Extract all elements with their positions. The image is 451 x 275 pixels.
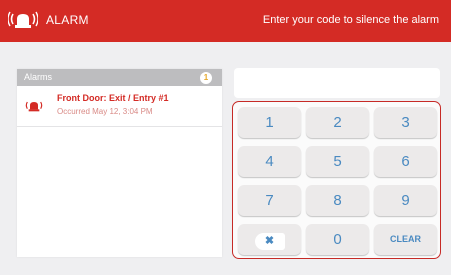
clear-button[interactable]: CLEAR xyxy=(374,224,437,255)
alarms-heading: Alarms xyxy=(24,72,53,82)
alarm-siren-icon xyxy=(8,11,38,28)
alarm-name: Front Door: Exit / Entry #1 xyxy=(57,93,169,103)
key-4[interactable]: 4 xyxy=(238,146,301,177)
alarm-time: Occurred May 12, 3:04 PM xyxy=(57,107,153,116)
alarm-siren-icon xyxy=(25,101,43,112)
keypad: 1 2 3 4 5 6 7 8 9 ✖ 0 CLEAR xyxy=(232,101,441,259)
key-0[interactable]: 0 xyxy=(306,224,369,255)
key-8[interactable]: 8 xyxy=(306,185,369,216)
alarms-panel: Alarms 1 Front Door: Exit / Entry #1 Occ… xyxy=(17,69,222,257)
key-2[interactable]: 2 xyxy=(306,107,369,138)
key-6[interactable]: 6 xyxy=(374,146,437,177)
backspace-button[interactable]: ✖ xyxy=(238,224,301,255)
header-bar: ALARM Enter your code to silence the ala… xyxy=(0,0,451,42)
code-input[interactable] xyxy=(234,68,440,98)
backspace-icon: ✖ xyxy=(254,233,285,250)
page-title: ALARM xyxy=(46,13,89,27)
key-9[interactable]: 9 xyxy=(374,185,437,216)
alarm-list-item[interactable]: Front Door: Exit / Entry #1 Occurred May… xyxy=(17,86,222,127)
key-1[interactable]: 1 xyxy=(238,107,301,138)
alarms-panel-header: Alarms 1 xyxy=(17,69,222,86)
key-3[interactable]: 3 xyxy=(374,107,437,138)
key-5[interactable]: 5 xyxy=(306,146,369,177)
alarm-count-badge: 1 xyxy=(200,72,212,84)
key-7[interactable]: 7 xyxy=(238,185,301,216)
instruction-message: Enter your code to silence the alarm xyxy=(262,14,439,26)
